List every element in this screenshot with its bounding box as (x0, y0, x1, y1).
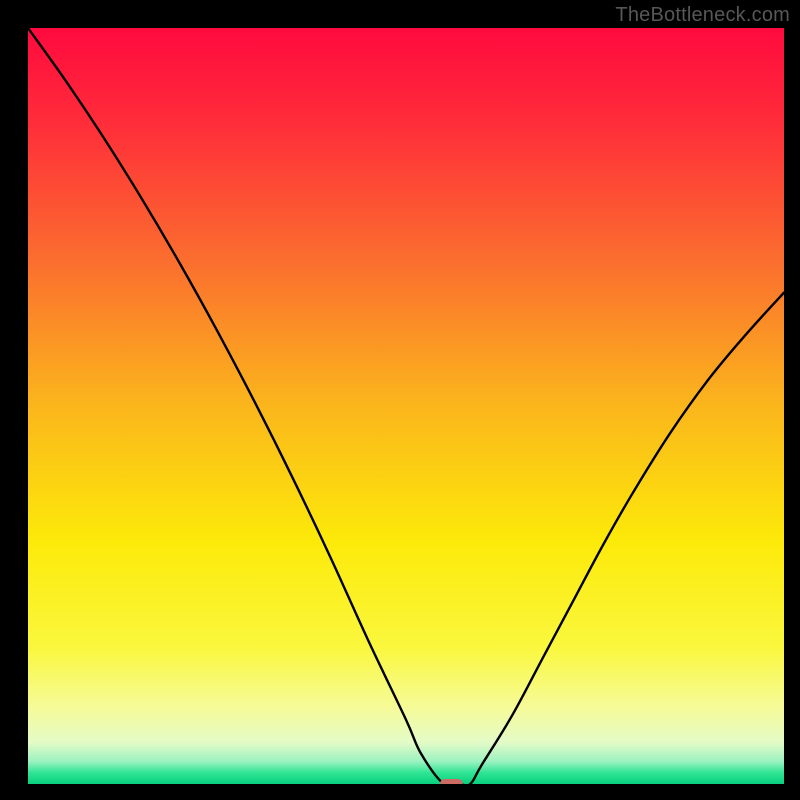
optimal-marker (440, 779, 463, 784)
plot-area (28, 28, 784, 784)
watermark-text: TheBottleneck.com (615, 4, 790, 27)
gradient-background (28, 28, 784, 784)
bottleneck-chart (28, 28, 784, 784)
chart-frame: TheBottleneck.com (0, 0, 800, 800)
